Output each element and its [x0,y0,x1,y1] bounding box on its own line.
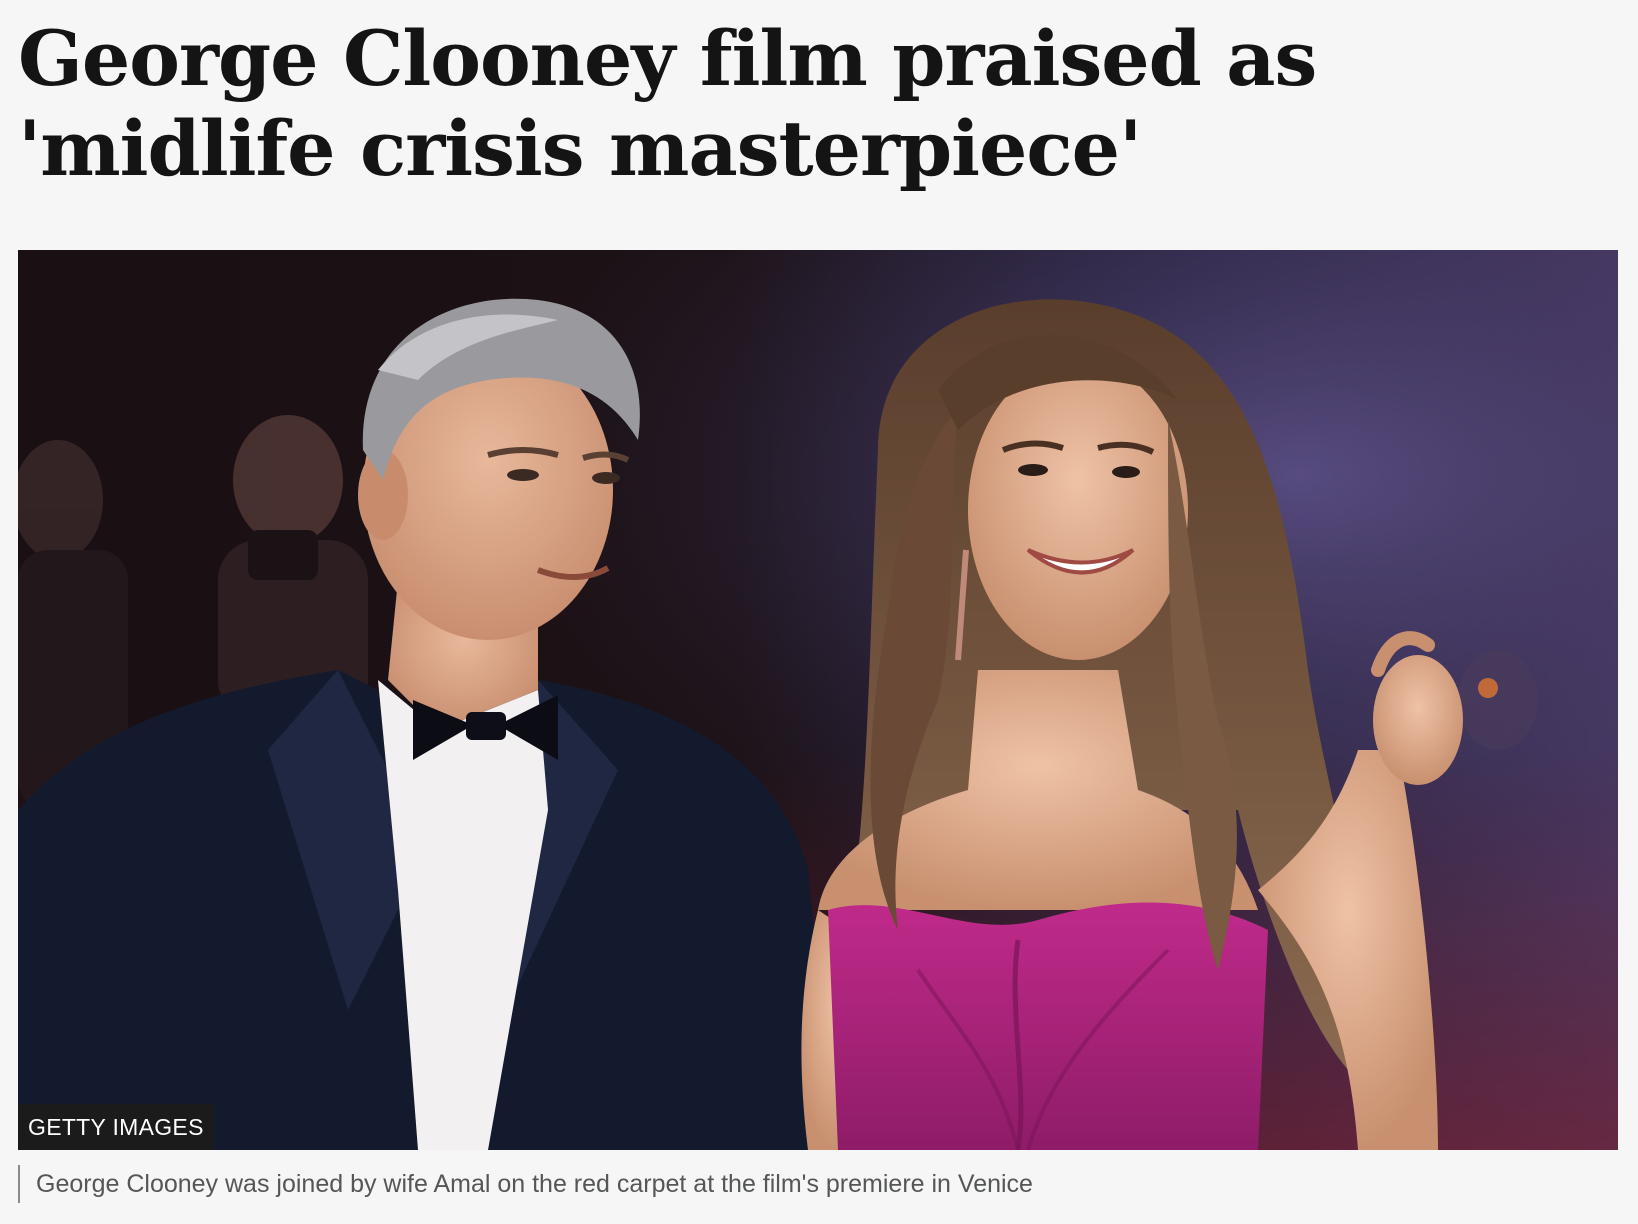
image-caption: George Clooney was joined by wife Amal o… [18,1165,1033,1203]
photo-credit-badge: GETTY IMAGES [18,1104,214,1150]
lead-image-figure: GETTY IMAGES [18,250,1618,1150]
headline-line-1: George Clooney film praised as [18,14,1317,103]
article-headline: George Clooney film praised as 'midlife … [18,14,1598,194]
headline-line-2: 'midlife crisis masterpiece' [18,104,1142,193]
photo-illustration [18,250,1618,1150]
red-carpet-photo[interactable]: GETTY IMAGES [18,250,1618,1150]
